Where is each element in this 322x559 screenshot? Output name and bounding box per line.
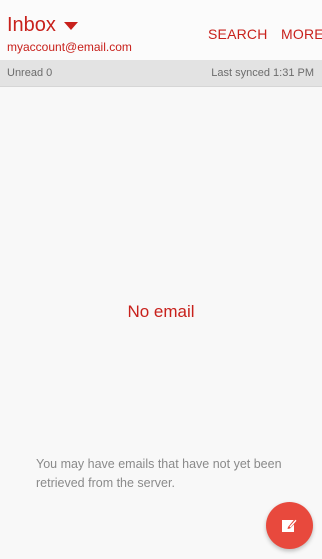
compose-icon — [282, 518, 298, 532]
app-header: Inbox myaccount@email.com SEARCH MORE — [0, 0, 322, 61]
last-synced: Last synced 1:31 PM — [211, 67, 314, 79]
more-button[interactable]: MORE — [281, 26, 322, 42]
search-button[interactable]: SEARCH — [208, 26, 268, 42]
account-email: myaccount@email.com — [7, 40, 132, 54]
folder-title: Inbox — [7, 14, 56, 36]
dropdown-arrow-icon — [63, 22, 78, 30]
folder-selector[interactable]: Inbox — [7, 14, 78, 36]
sync-status-bar: Unread 0 Last synced 1:31 PM — [0, 60, 322, 87]
empty-state-title: No email — [127, 302, 195, 321]
empty-state-hint: You may have emails that have not yet be… — [36, 457, 282, 490]
compose-button[interactable] — [266, 502, 313, 549]
unread-count: Unread 0 — [7, 67, 53, 79]
